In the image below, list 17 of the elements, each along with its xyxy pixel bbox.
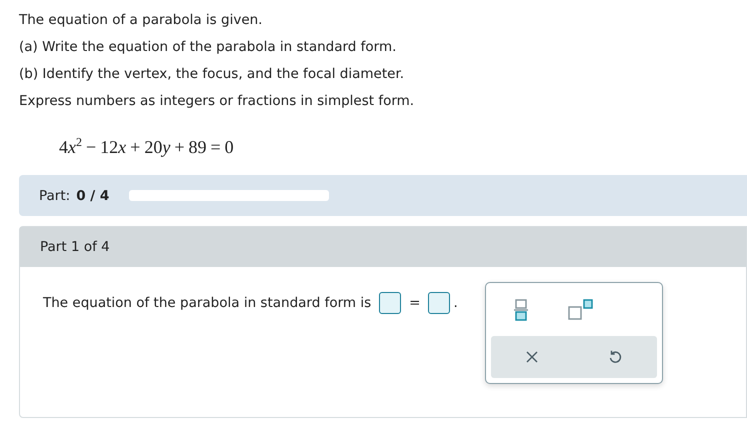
equals-sign: =	[409, 295, 420, 311]
instruction-text: Express numbers as integers or fractions in simplest form.	[19, 93, 416, 109]
question-text: The equation of the parabola in standard form is	[43, 295, 372, 311]
period-mark: .	[453, 295, 458, 311]
part-count: 0 / 4	[76, 188, 110, 204]
answer-box[interactable]	[428, 292, 450, 314]
equation: 4x$^{2}$ − 12x + 20y + 89 = 0	[59, 135, 235, 159]
undo-icon	[608, 350, 622, 364]
instruction-text: The equation of a parabola is given.	[19, 12, 264, 28]
part-title: Part 1 of 4	[40, 239, 110, 255]
part-label: Part:	[39, 188, 70, 204]
exponent-icon	[568, 299, 594, 321]
instruction-text: (b) Identify the vertex, the focus, and the focal diameter.	[19, 66, 406, 82]
fraction-icon	[514, 299, 528, 321]
close-icon	[526, 351, 538, 363]
answer-box[interactable]	[379, 292, 402, 314]
instruction-text: (a) Write the equation of the parabola in standard form.	[19, 39, 398, 55]
